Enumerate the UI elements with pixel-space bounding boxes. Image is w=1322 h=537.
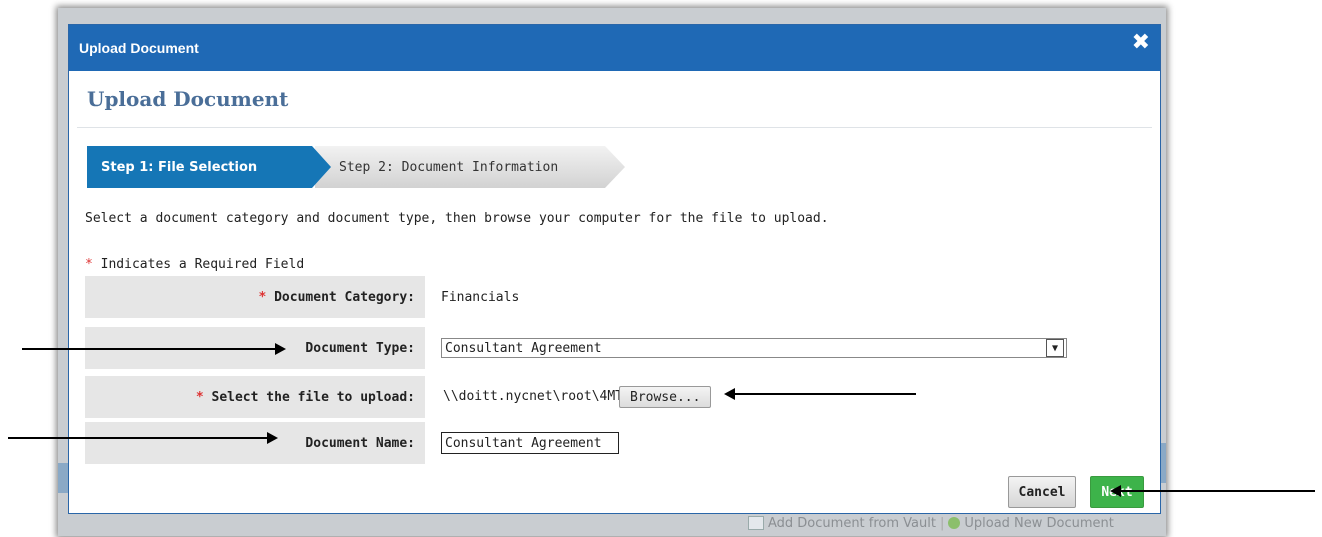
file-upload-label-text: Select the file to upload: bbox=[211, 389, 416, 405]
annotation-arrow-document-name bbox=[8, 432, 278, 444]
document-category-value: Financials bbox=[441, 289, 520, 305]
divider bbox=[77, 127, 1152, 128]
vault-icon bbox=[748, 516, 764, 530]
document-category-label: * Document Category: bbox=[85, 276, 425, 318]
step-2-document-information: Step 2: Document Information bbox=[315, 146, 625, 188]
dialog-title: Upload Document bbox=[79, 40, 199, 56]
required-star: * bbox=[258, 289, 267, 305]
required-note-text: Indicates a Required Field bbox=[92, 257, 305, 272]
cancel-button[interactable]: Cancel bbox=[1008, 476, 1076, 508]
upload-icon bbox=[948, 517, 961, 529]
chevron-down-icon[interactable]: ▼ bbox=[1046, 339, 1064, 357]
required-field-note: * Indicates a Required Field bbox=[85, 257, 304, 272]
document-type-field: Consultant Agreement ▼ bbox=[441, 327, 1067, 369]
file-upload-field: \\doitt.nycnet\root\4MT Browse... bbox=[441, 376, 712, 418]
document-name-label: Document Name: bbox=[85, 422, 425, 464]
browse-button[interactable]: Browse... bbox=[619, 386, 712, 408]
document-name-input[interactable]: Consultant Agreement bbox=[441, 432, 619, 454]
required-star: * bbox=[195, 389, 204, 405]
add-from-vault-link[interactable]: Add Document from Vault bbox=[768, 516, 936, 531]
background-toolbar: Add Document from Vault | Upload New Doc… bbox=[748, 512, 1166, 534]
page-title: Upload Document bbox=[87, 87, 289, 111]
file-upload-label: * Select the file to upload: bbox=[85, 376, 425, 418]
document-type-select[interactable]: Consultant Agreement ▼ bbox=[441, 338, 1067, 358]
file-input[interactable]: \\doitt.nycnet\root\4MT Browse... bbox=[441, 386, 712, 408]
annotation-arrow-next bbox=[1110, 485, 1315, 497]
annotation-arrow-document-type bbox=[22, 343, 286, 355]
document-name-field: Consultant Agreement bbox=[441, 422, 619, 464]
file-path: \\doitt.nycnet\root\4MT bbox=[443, 389, 619, 404]
document-type-selected: Consultant Agreement bbox=[445, 340, 602, 356]
required-star: * bbox=[85, 257, 93, 272]
close-icon[interactable]: ✖ bbox=[1132, 32, 1150, 54]
toolbar-separator: | bbox=[939, 515, 945, 531]
document-category-label-text: Document Category: bbox=[274, 289, 415, 305]
step-1-file-selection: Step 1: File Selection bbox=[87, 146, 331, 188]
dialog-titlebar: Upload Document ✖ bbox=[69, 25, 1160, 71]
annotation-arrow-browse bbox=[724, 388, 916, 400]
upload-new-document-link[interactable]: Upload New Document bbox=[964, 516, 1114, 531]
instructions-text: Select a document category and document … bbox=[85, 211, 829, 226]
upload-document-dialog: Upload Document ✖ Upload Document Step 1… bbox=[68, 24, 1161, 514]
